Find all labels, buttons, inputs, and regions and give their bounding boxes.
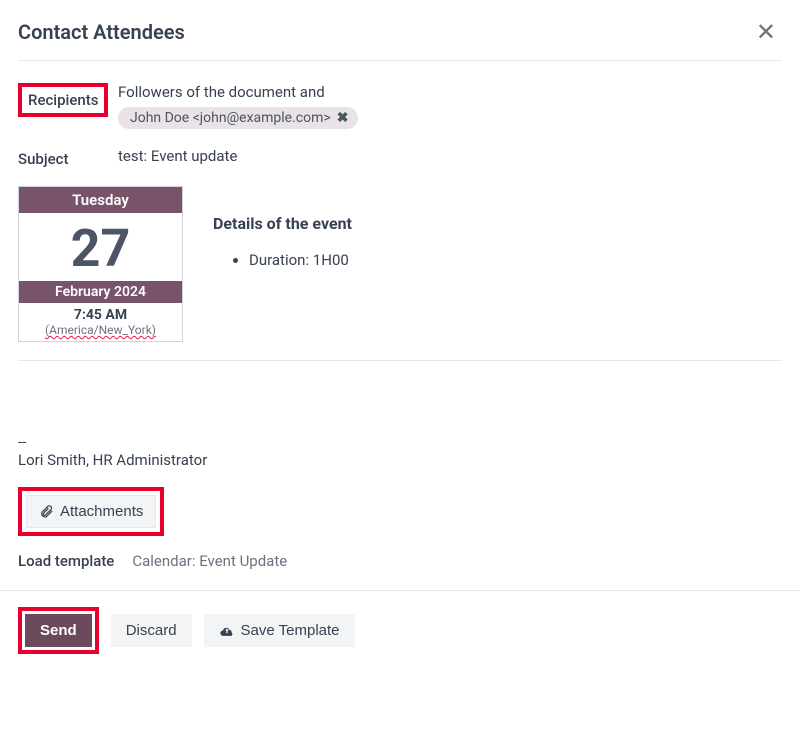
- save-template-button[interactable]: Save Template: [204, 614, 355, 647]
- close-icon[interactable]: ✕: [750, 18, 782, 46]
- subject-row: Subject test: Event update: [18, 147, 782, 168]
- calendar-month-year: February 2024: [19, 281, 182, 303]
- calendar-weekday: Tuesday: [19, 187, 182, 213]
- recipients-intro: Followers of the document and: [118, 83, 782, 101]
- recipients-label: Recipients: [18, 83, 108, 117]
- dialog-title: Contact Attendees: [18, 20, 185, 44]
- attachments-highlight: Attachments: [18, 487, 164, 536]
- calendar-day: 27: [19, 213, 182, 281]
- load-template-value[interactable]: Calendar: Event Update: [132, 552, 287, 570]
- send-button[interactable]: Send: [25, 614, 92, 647]
- event-heading: Details of the event: [213, 214, 352, 233]
- signature: -- Lori Smith, HR Administrator: [18, 433, 782, 469]
- event-details: Details of the event Duration: 1H00: [213, 186, 352, 342]
- recipients-row: Recipients Followers of the document and…: [18, 83, 782, 129]
- dialog-header: Contact Attendees ✕: [18, 18, 782, 61]
- subject-label: Subject: [18, 147, 118, 168]
- recipient-remove-icon[interactable]: ✖: [337, 110, 349, 126]
- load-template-row: Load template Calendar: Event Update: [18, 552, 782, 570]
- event-body: Tuesday 27 February 2024 7:45 AM (Americ…: [18, 186, 782, 342]
- save-template-label: Save Template: [241, 622, 340, 639]
- calendar-time: 7:45 AM: [19, 303, 182, 323]
- signature-line: Lori Smith, HR Administrator: [18, 451, 782, 469]
- cloud-upload-icon: [219, 624, 235, 637]
- recipient-tag-text: John Doe <john@example.com>: [130, 110, 331, 126]
- calendar-card: Tuesday 27 February 2024 7:45 AM (Americ…: [18, 186, 183, 342]
- send-highlight: Send: [18, 607, 99, 654]
- signature-dashes: --: [18, 433, 782, 451]
- paperclip-icon: [39, 504, 54, 519]
- separator: [18, 360, 782, 361]
- event-duration: Duration: 1H00: [249, 251, 352, 269]
- discard-button[interactable]: Discard: [111, 614, 192, 647]
- attachments-button[interactable]: Attachments: [26, 495, 156, 528]
- recipient-tag[interactable]: John Doe <john@example.com> ✖: [118, 107, 358, 129]
- subject-value[interactable]: test: Event update: [118, 147, 782, 165]
- dialog-footer: Send Discard Save Template: [0, 590, 800, 670]
- attachments-label: Attachments: [60, 503, 143, 520]
- load-template-label: Load template: [18, 552, 114, 570]
- calendar-timezone: (America/New_York): [19, 323, 182, 341]
